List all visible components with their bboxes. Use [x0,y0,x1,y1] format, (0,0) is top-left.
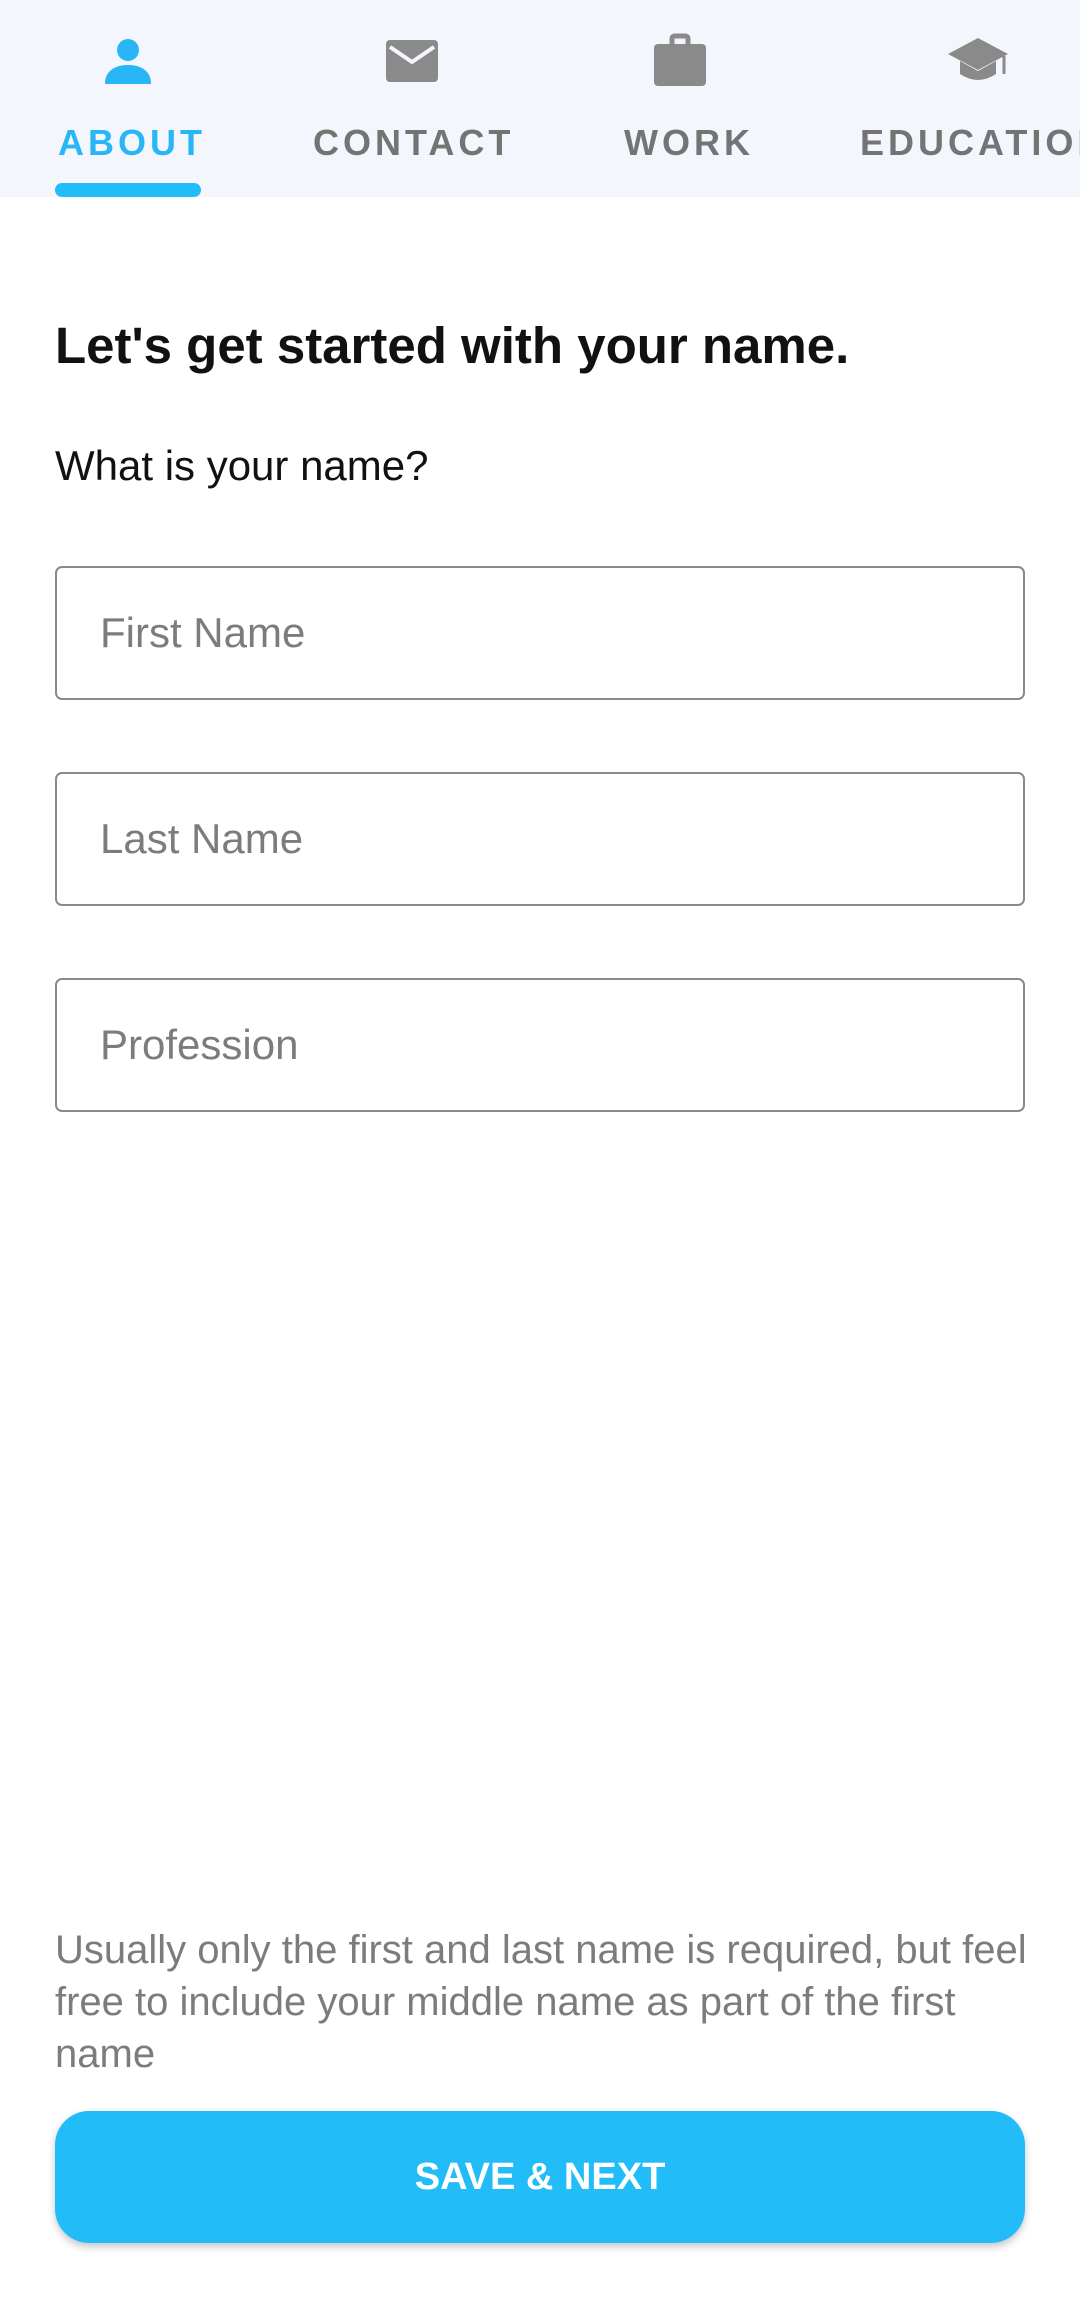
person-icon [96,30,160,94]
save-next-button[interactable]: SAVE & NEXT [55,2111,1025,2243]
active-tab-indicator [55,183,201,197]
mail-icon [380,30,444,94]
profession-input[interactable] [57,980,1023,1110]
name-hint-text: Usually only the first and last name is … [55,1928,1027,2076]
graduation-cap-icon [946,30,1010,94]
tab-bar: ABOUT CONTACT WORK EDUCATIO [0,0,1080,197]
tab-about[interactable]: ABOUT [55,0,205,197]
profession-field [55,978,1025,1112]
tab-label: EDUCATION [860,122,1080,163]
page-title: Let's get started with your name. [55,317,850,374]
tab-work[interactable]: WORK [622,0,752,197]
last-name-input[interactable] [57,774,1023,904]
tab-label: CONTACT [313,122,515,163]
first-name-input[interactable] [57,568,1023,698]
briefcase-icon [648,30,712,94]
tab-label: ABOUT [58,122,206,163]
first-name-field [55,566,1025,700]
name-question: What is your name? [55,442,429,489]
tab-education[interactable]: EDUCATION [858,0,1080,197]
tab-contact[interactable]: CONTACT [311,0,521,197]
last-name-field [55,772,1025,906]
tab-label: WORK [624,122,754,163]
resume-builder-screen: ABOUT CONTACT WORK EDUCATIO Let's get st… [0,0,1080,2298]
